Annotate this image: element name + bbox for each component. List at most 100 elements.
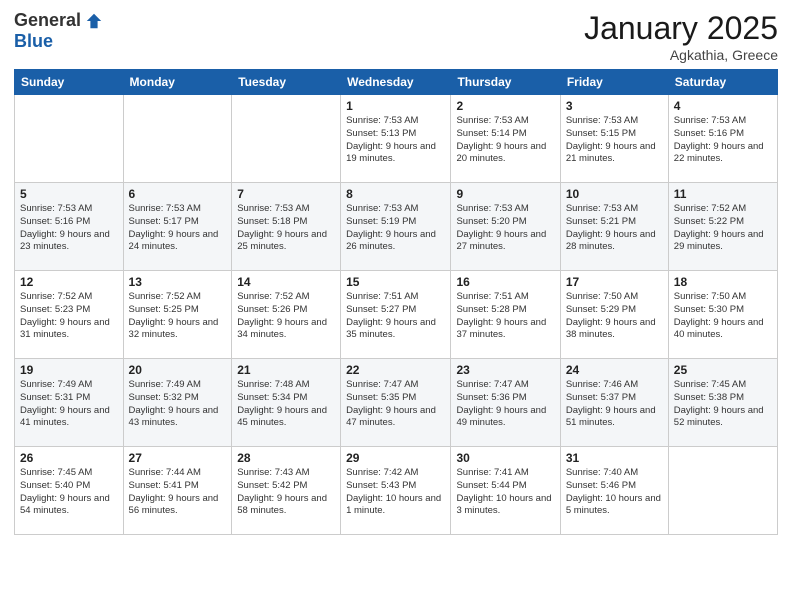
day-number: 22 bbox=[346, 363, 445, 377]
calendar-cell: 3Sunrise: 7:53 AM Sunset: 5:15 PM Daylig… bbox=[560, 95, 668, 183]
weekday-header-wednesday: Wednesday bbox=[341, 70, 451, 95]
day-number: 28 bbox=[237, 451, 335, 465]
calendar-cell: 12Sunrise: 7:52 AM Sunset: 5:23 PM Dayli… bbox=[15, 271, 124, 359]
calendar-cell: 28 Sunrise: 7:43 AM Sunset: 5:42 PM Dayli… bbox=[232, 447, 341, 535]
day-number: 4 bbox=[674, 99, 772, 113]
calendar-cell: 31 Sunrise: 7:40 AM Sunset: 5:46 PM Dayli… bbox=[560, 447, 668, 535]
logo-area: General Blue bbox=[14, 10, 103, 52]
day-detail: Sunrise: 7:51 AM Sunset: 5:28 PM Dayligh… bbox=[456, 291, 554, 342]
week-row-4: 26 Sunrise: 7:45 AM Sunset: 5:40 PM Dayli… bbox=[15, 447, 778, 535]
day-detail: Sunrise: 7:45 AM Sunset: 5:38 PM Dayligh… bbox=[674, 379, 772, 430]
header-row: General Blue January 2025 Agkathia, Gree… bbox=[14, 10, 778, 63]
calendar-cell: 9 Sunrise: 7:53 AM Sunset: 5:20 PM Daylig… bbox=[451, 183, 560, 271]
logo-icon bbox=[85, 12, 103, 30]
day-number: 16 bbox=[456, 275, 554, 289]
day-detail: Sunrise: 7:43 AM Sunset: 5:42 PM Dayligh… bbox=[237, 467, 335, 518]
calendar-cell: 26 Sunrise: 7:45 AM Sunset: 5:40 PM Dayli… bbox=[15, 447, 124, 535]
calendar-cell: 24 Sunrise: 7:46 AM Sunset: 5:37 PM Dayli… bbox=[560, 359, 668, 447]
week-row-3: 19Sunrise: 7:49 AM Sunset: 5:31 PM Dayli… bbox=[15, 359, 778, 447]
day-detail: Sunrise: 7:49 AM Sunset: 5:31 PM Dayligh… bbox=[20, 379, 118, 430]
day-number: 23 bbox=[456, 363, 554, 377]
day-number: 13 bbox=[129, 275, 227, 289]
day-detail: Sunrise: 7:53 AM Sunset: 5:15 PM Dayligh… bbox=[566, 115, 663, 166]
day-detail: Sunrise: 7:53 AM Sunset: 5:19 PM Dayligh… bbox=[346, 203, 445, 254]
calendar-cell: 22 Sunrise: 7:47 AM Sunset: 5:35 PM Dayli… bbox=[341, 359, 451, 447]
day-number: 26 bbox=[20, 451, 118, 465]
day-number: 7 bbox=[237, 187, 335, 201]
calendar-cell bbox=[15, 95, 124, 183]
day-detail: Sunrise: 7:44 AM Sunset: 5:41 PM Dayligh… bbox=[129, 467, 227, 518]
day-number: 6 bbox=[129, 187, 227, 201]
calendar-cell: 25 Sunrise: 7:45 AM Sunset: 5:38 PM Dayli… bbox=[668, 359, 777, 447]
day-number: 14 bbox=[237, 275, 335, 289]
day-detail: Sunrise: 7:53 AM Sunset: 5:14 PM Dayligh… bbox=[456, 115, 554, 166]
calendar-cell: 2 Sunrise: 7:53 AM Sunset: 5:14 PM Daylig… bbox=[451, 95, 560, 183]
day-detail: Sunrise: 7:48 AM Sunset: 5:34 PM Dayligh… bbox=[237, 379, 335, 430]
week-row-1: 5 Sunrise: 7:53 AM Sunset: 5:16 PM Daylig… bbox=[15, 183, 778, 271]
day-number: 12 bbox=[20, 275, 118, 289]
day-number: 8 bbox=[346, 187, 445, 201]
calendar-cell: 8 Sunrise: 7:53 AM Sunset: 5:19 PM Daylig… bbox=[341, 183, 451, 271]
day-number: 24 bbox=[566, 363, 663, 377]
month-title: January 2025 bbox=[584, 10, 778, 47]
calendar-cell: 18 Sunrise: 7:50 AM Sunset: 5:30 PM Dayli… bbox=[668, 271, 777, 359]
calendar-cell: 5 Sunrise: 7:53 AM Sunset: 5:16 PM Daylig… bbox=[15, 183, 124, 271]
calendar-cell: 4 Sunrise: 7:53 AM Sunset: 5:16 PM Daylig… bbox=[668, 95, 777, 183]
calendar-cell bbox=[123, 95, 232, 183]
day-number: 2 bbox=[456, 99, 554, 113]
calendar-cell: 13Sunrise: 7:52 AM Sunset: 5:25 PM Dayli… bbox=[123, 271, 232, 359]
calendar-cell: 11 Sunrise: 7:52 AM Sunset: 5:22 PM Dayli… bbox=[668, 183, 777, 271]
day-detail: Sunrise: 7:45 AM Sunset: 5:40 PM Dayligh… bbox=[20, 467, 118, 518]
day-detail: Sunrise: 7:53 AM Sunset: 5:21 PM Dayligh… bbox=[566, 203, 663, 254]
day-number: 29 bbox=[346, 451, 445, 465]
day-number: 31 bbox=[566, 451, 663, 465]
calendar-cell: 29Sunrise: 7:42 AM Sunset: 5:43 PM Dayli… bbox=[341, 447, 451, 535]
week-row-2: 12Sunrise: 7:52 AM Sunset: 5:23 PM Dayli… bbox=[15, 271, 778, 359]
weekday-header-tuesday: Tuesday bbox=[232, 70, 341, 95]
day-number: 25 bbox=[674, 363, 772, 377]
weekday-header-thursday: Thursday bbox=[451, 70, 560, 95]
calendar-cell: 27 Sunrise: 7:44 AM Sunset: 5:41 PM Dayli… bbox=[123, 447, 232, 535]
day-number: 21 bbox=[237, 363, 335, 377]
day-number: 1 bbox=[346, 99, 445, 113]
calendar-cell: 7Sunrise: 7:53 AM Sunset: 5:18 PM Daylig… bbox=[232, 183, 341, 271]
day-detail: Sunrise: 7:46 AM Sunset: 5:37 PM Dayligh… bbox=[566, 379, 663, 430]
day-detail: Sunrise: 7:50 AM Sunset: 5:29 PM Dayligh… bbox=[566, 291, 663, 342]
calendar-cell bbox=[232, 95, 341, 183]
day-detail: Sunrise: 7:53 AM Sunset: 5:20 PM Dayligh… bbox=[456, 203, 554, 254]
day-detail: Sunrise: 7:41 AM Sunset: 5:44 PM Dayligh… bbox=[456, 467, 554, 518]
day-detail: Sunrise: 7:53 AM Sunset: 5:16 PM Dayligh… bbox=[674, 115, 772, 166]
calendar-cell: 16 Sunrise: 7:51 AM Sunset: 5:28 PM Dayli… bbox=[451, 271, 560, 359]
day-number: 11 bbox=[674, 187, 772, 201]
calendar-cell bbox=[668, 447, 777, 535]
day-number: 15 bbox=[346, 275, 445, 289]
day-detail: Sunrise: 7:40 AM Sunset: 5:46 PM Dayligh… bbox=[566, 467, 663, 518]
calendar-cell: 14 Sunrise: 7:52 AM Sunset: 5:26 PM Dayli… bbox=[232, 271, 341, 359]
day-number: 18 bbox=[674, 275, 772, 289]
day-detail: Sunrise: 7:52 AM Sunset: 5:22 PM Dayligh… bbox=[674, 203, 772, 254]
calendar-cell: 19Sunrise: 7:49 AM Sunset: 5:31 PM Dayli… bbox=[15, 359, 124, 447]
day-detail: Sunrise: 7:47 AM Sunset: 5:35 PM Dayligh… bbox=[346, 379, 445, 430]
weekday-header-friday: Friday bbox=[560, 70, 668, 95]
day-detail: Sunrise: 7:47 AM Sunset: 5:36 PM Dayligh… bbox=[456, 379, 554, 430]
day-number: 30 bbox=[456, 451, 554, 465]
calendar-cell: 30 Sunrise: 7:41 AM Sunset: 5:44 PM Dayli… bbox=[451, 447, 560, 535]
main-container: General Blue January 2025 Agkathia, Gree… bbox=[0, 0, 792, 543]
day-number: 20 bbox=[129, 363, 227, 377]
day-number: 27 bbox=[129, 451, 227, 465]
calendar-cell: 6Sunrise: 7:53 AM Sunset: 5:17 PM Daylig… bbox=[123, 183, 232, 271]
calendar-cell: 21 Sunrise: 7:48 AM Sunset: 5:34 PM Dayli… bbox=[232, 359, 341, 447]
day-number: 9 bbox=[456, 187, 554, 201]
day-number: 5 bbox=[20, 187, 118, 201]
logo: General bbox=[14, 10, 103, 31]
day-number: 17 bbox=[566, 275, 663, 289]
day-detail: Sunrise: 7:49 AM Sunset: 5:32 PM Dayligh… bbox=[129, 379, 227, 430]
day-detail: Sunrise: 7:52 AM Sunset: 5:26 PM Dayligh… bbox=[237, 291, 335, 342]
weekday-header-saturday: Saturday bbox=[668, 70, 777, 95]
calendar-cell: 10Sunrise: 7:53 AM Sunset: 5:21 PM Dayli… bbox=[560, 183, 668, 271]
weekday-header-sunday: Sunday bbox=[15, 70, 124, 95]
weekday-header-monday: Monday bbox=[123, 70, 232, 95]
title-area: January 2025 Agkathia, Greece bbox=[584, 10, 778, 63]
day-detail: Sunrise: 7:50 AM Sunset: 5:30 PM Dayligh… bbox=[674, 291, 772, 342]
day-detail: Sunrise: 7:53 AM Sunset: 5:16 PM Dayligh… bbox=[20, 203, 118, 254]
